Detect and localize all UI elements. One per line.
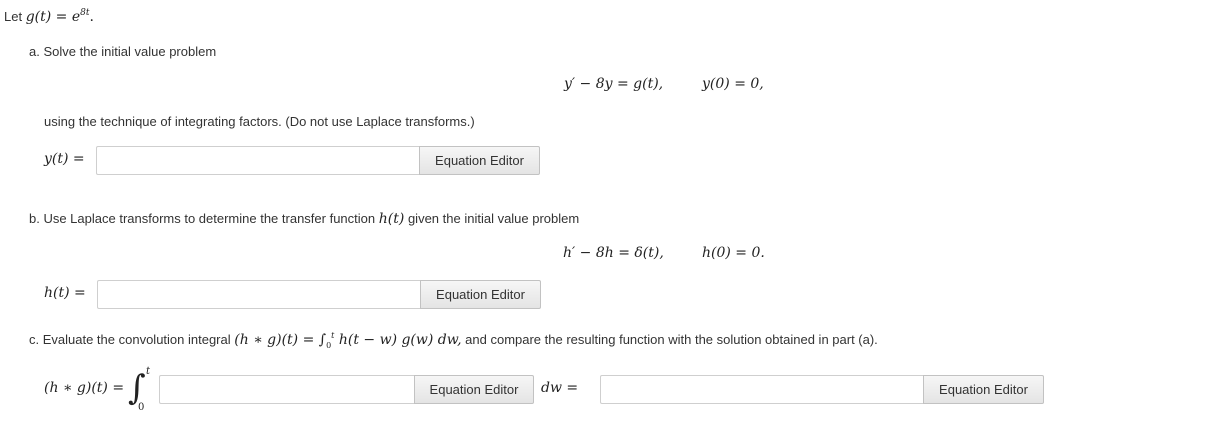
intro-let: Let — [4, 9, 23, 24]
part-b-heading: b. Use Laplace transforms to determine t… — [29, 211, 580, 227]
part-a-answer-input[interactable] — [96, 146, 419, 175]
part-a-heading: a. Solve the initial value problem — [29, 44, 217, 59]
part-a-initial-condition: y(0) = 0, — [702, 76, 764, 92]
part-a-equation-editor-button[interactable]: Equation Editor — [419, 146, 540, 175]
part-b-initial-condition: h(0) = 0. — [702, 245, 765, 261]
part-b-equation: h′ − 8h = δ(t), — [563, 245, 664, 261]
part-a-answer-label: y(t) = — [44, 151, 85, 167]
part-c-result-input[interactable] — [600, 375, 923, 404]
integral-upper-limit: t — [146, 366, 151, 377]
part-b-equation-editor-button[interactable]: Equation Editor — [420, 280, 541, 309]
part-c-answer-label: (h ∗ g)(t) = — [44, 380, 125, 396]
intro-definition: g(t) = e8t. — [25, 8, 94, 25]
part-c-result-equation-editor-button[interactable]: Equation Editor — [923, 375, 1044, 404]
part-a-instruction: using the technique of integrating facto… — [44, 114, 475, 129]
heading-integral-sign: ∫ — [318, 332, 327, 348]
part-b-answer-label: h(t) = — [44, 285, 86, 301]
part-c-integrand-equation-editor-button[interactable]: Equation Editor — [414, 375, 534, 404]
part-c-integrand-input[interactable] — [159, 375, 414, 404]
problem-intro: Let g(t) = e8t. — [4, 8, 94, 25]
part-c-dw-label: dw = — [541, 380, 579, 396]
part-a-equation: y′ − 8y = g(t), — [564, 76, 664, 92]
part-b-answer-input[interactable] — [97, 280, 420, 309]
part-c-heading: c. Evaluate the convolution integral (h … — [29, 331, 878, 350]
integral-lower-limit: 0 — [138, 402, 145, 413]
